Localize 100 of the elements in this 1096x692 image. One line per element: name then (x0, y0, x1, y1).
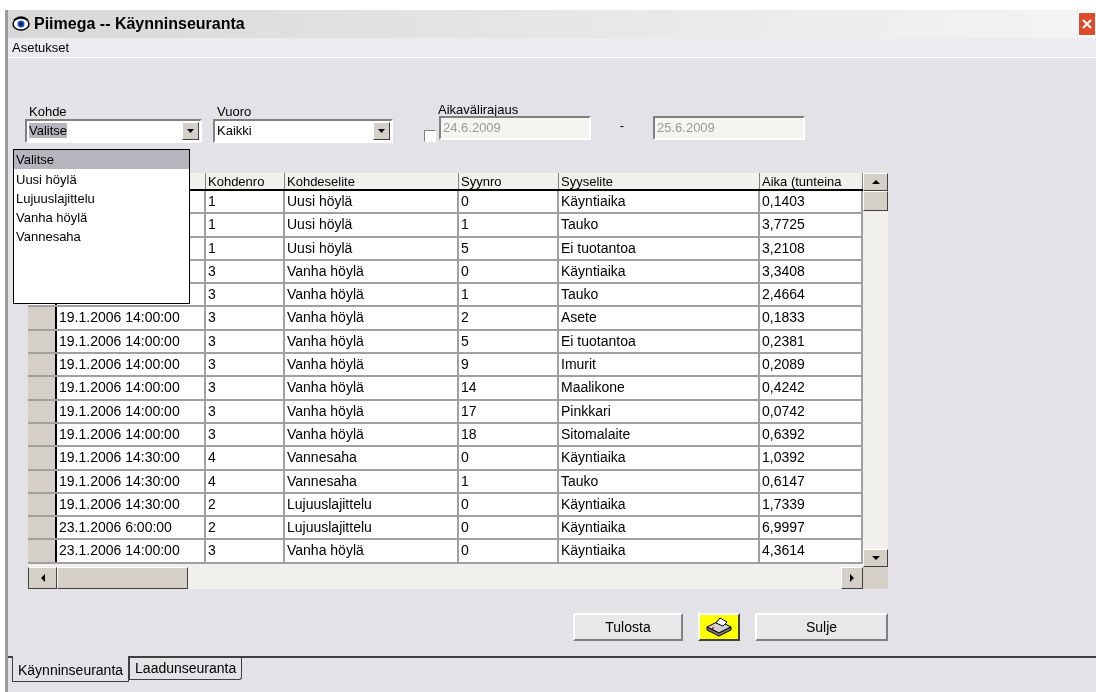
column-header[interactable]: Syynro (459, 173, 559, 189)
dropdown-option[interactable]: Uusi höylä (14, 170, 189, 189)
column-header[interactable]: Kohdenro (206, 173, 285, 189)
table-cell: 3 (206, 260, 285, 283)
table-cell: Käyntiaika (559, 540, 760, 562)
table-cell: 1 (206, 191, 285, 213)
table-cell: 19.1.2006 14:00:00 (57, 400, 206, 422)
table-cell: 3 (206, 354, 285, 376)
scroll-right-button[interactable] (841, 567, 863, 589)
row-header-cell[interactable] (28, 447, 57, 469)
table-cell: Vanha höylä (285, 354, 459, 376)
column-header[interactable]: Kohdeselite (285, 173, 459, 189)
table-cell: 3 (206, 330, 285, 353)
table-cell: 19.1.2006 14:00:00 (57, 307, 206, 329)
table-cell: Lujuuslajittelu (285, 493, 459, 516)
dropdown[interactable]: Valitse (25, 119, 202, 143)
table-cell: 19.1.2006 14:00:00 (57, 377, 206, 399)
row-header-cell[interactable] (28, 540, 57, 562)
table-cell: 23.1.2006 6:00:00 (57, 517, 206, 539)
tab[interactable]: Laadunseuranta (129, 658, 243, 680)
table-cell: Vannesaha (285, 447, 459, 469)
table-cell: Uusi höylä (285, 191, 459, 213)
caret-right-icon (850, 574, 854, 582)
row-header-cell[interactable] (28, 423, 57, 446)
table-cell: 0 (459, 191, 559, 213)
table-cell: Käyntiaika (559, 191, 760, 213)
row-header-cell[interactable] (28, 517, 57, 539)
scrollbar-thumb[interactable] (57, 567, 188, 589)
table-cell: Maalikone (559, 377, 760, 399)
table-cell: 1 (459, 284, 559, 306)
table-cell: Vanha höylä (285, 330, 459, 353)
column-header[interactable]: Syyselite (559, 173, 760, 189)
field-label: Aikavälirajaus (437, 101, 520, 117)
table-cell: 19.1.2006 14:00:00 (57, 423, 206, 446)
scroll-down-button[interactable] (863, 549, 888, 567)
row-header-cell[interactable] (28, 330, 57, 353)
close-button[interactable]: Sulje (755, 613, 888, 641)
scroll-left-button[interactable] (28, 567, 57, 589)
dropdown-option[interactable]: Vanha höylä (14, 208, 189, 227)
table-cell: Uusi höylä (285, 214, 459, 236)
row-header-cell[interactable] (28, 354, 57, 376)
close-button[interactable] (1078, 12, 1096, 36)
table-cell: 0 (459, 517, 559, 539)
row-header-cell[interactable] (28, 307, 57, 329)
dropdown-arrow-button[interactable] (373, 122, 390, 140)
row-header-cell[interactable] (28, 470, 57, 492)
scrollbar-thumb[interactable] (863, 191, 888, 211)
table-cell: 3 (206, 307, 285, 329)
table-cell: 18 (459, 423, 559, 446)
menu-item[interactable]: Asetukset (10, 37, 72, 58)
row-header-cell[interactable] (28, 400, 57, 422)
table-cell: Vanha höylä (285, 260, 459, 283)
printer-icon (704, 617, 734, 637)
table-cell: 2 (206, 493, 285, 516)
table-cell: 1 (459, 214, 559, 236)
dropdown-option[interactable]: Valitse (14, 150, 189, 169)
table-cell: 5 (459, 237, 559, 259)
table-cell: Lujuuslajittelu (285, 517, 459, 539)
table-cell: 2 (459, 307, 559, 329)
dropdown-arrow-button[interactable] (182, 122, 199, 140)
table-cell: 0 (459, 447, 559, 469)
table-cell: 0 (459, 540, 559, 562)
table-cell: Vannesaha (285, 470, 459, 492)
table-cell: Ei tuotantoa (559, 330, 760, 353)
table-cell: 19.1.2006 14:00:00 (57, 330, 206, 353)
table-cell: 3 (206, 540, 285, 562)
table-cell: Tauko (559, 214, 760, 236)
field-label: Kohde (28, 103, 68, 119)
table-cell: Käyntiaika (559, 447, 760, 469)
window-title: Piimega -- Käynninseuranta (34, 14, 245, 34)
table-cell: 19.1.2006 14:30:00 (57, 470, 206, 492)
table-cell: Imurit (559, 354, 760, 376)
table-cell: Vanha höylä (285, 540, 459, 562)
table-cell: 23.1.2006 14:00:00 (57, 540, 206, 562)
caret-left-icon (40, 574, 45, 582)
dropdown-option[interactable]: Vannesaha (14, 227, 189, 246)
row-header-cell[interactable] (28, 377, 57, 399)
table-cell: 1 (206, 214, 285, 236)
print-button[interactable]: Tulosta (573, 613, 683, 641)
table-cell: Vanha höylä (285, 400, 459, 422)
table-cell: 19.1.2006 14:00:00 (57, 354, 206, 376)
table-cell: Käyntiaika (559, 260, 760, 283)
table-cell: 3 (206, 377, 285, 399)
table-cell: 1 (459, 470, 559, 492)
table-cell: Vanha höylä (285, 423, 459, 446)
row-header-cell[interactable] (28, 493, 57, 516)
table-cell: 0 (459, 260, 559, 283)
caret-down-icon (871, 556, 880, 560)
dropdown-option[interactable]: Lujuuslajittelu (14, 189, 189, 208)
tab[interactable]: Käynninseuranta (12, 656, 130, 682)
table-cell: Vanha höylä (285, 377, 459, 399)
table-cell: 4 (206, 470, 285, 492)
scroll-up-button[interactable] (863, 173, 888, 191)
field-label: Vuoro (216, 103, 253, 119)
dropdown[interactable]: Kaikki (213, 119, 393, 143)
table-cell: 9 (459, 354, 559, 376)
table-cell: 17 (459, 400, 559, 422)
table-cell: 19.1.2006 14:30:00 (57, 493, 206, 516)
printer-button[interactable] (698, 613, 740, 641)
table-cell: 3 (206, 284, 285, 306)
